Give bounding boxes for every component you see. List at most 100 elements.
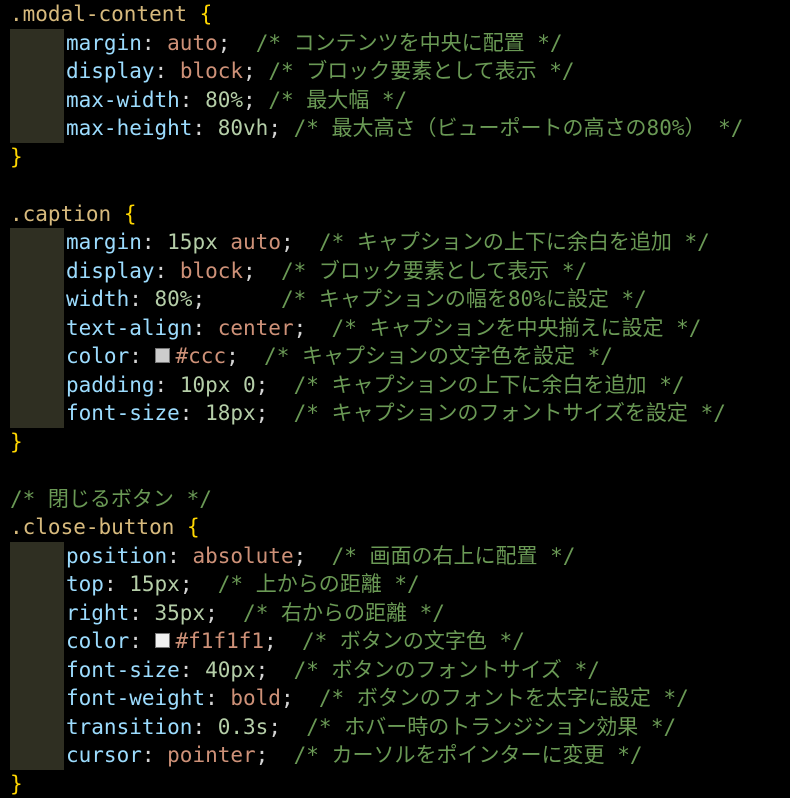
css-property: font-size [66,658,180,682]
code-line[interactable]: cursor: pointer; /* カーソルをポインターに変更 */ [0,741,790,770]
code-comment: /* キャプションのフォントサイズを設定 */ [294,401,726,425]
code-line[interactable]: .caption { [0,200,790,229]
code-line[interactable]: width: 80%; /* キャプションの幅を80%に設定 */ [0,285,790,314]
code-line[interactable]: } [0,143,790,172]
indent-guide [10,314,64,343]
css-property: text-align [66,316,192,340]
indent-guide [10,570,64,599]
semicolon: ; [180,572,193,596]
code-line[interactable]: /* 閉じるボタン */ [0,485,790,514]
indent-guide [10,342,64,371]
code-line[interactable]: right: 35px; /* 右からの距離 */ [0,599,790,628]
semicolon: ; [294,544,307,568]
code-line[interactable]: color: #ccc; /* キャプションの文字色を設定 */ [0,342,790,371]
open-brace: { [124,202,137,226]
indent-guide [10,599,64,628]
colon: : [167,544,192,568]
css-value: center [218,316,294,340]
css-value: 15px [129,572,180,596]
css-property: margin [66,230,142,254]
code-line[interactable]: font-weight: bold; /* ボタンのフォントを太字に設定 */ [0,684,790,713]
css-property: max-width [66,88,180,112]
code-comment: /* 画面の右上に配置 */ [332,544,576,568]
semicolon: ; [192,287,205,311]
css-property: padding [66,373,155,397]
code-comment: /* 右からの距離 */ [243,601,445,625]
css-value: auto [167,31,218,55]
code-line[interactable]: padding: 10px 0; /* キャプションの上下に余白を追加 */ [0,371,790,400]
colon: : [192,316,217,340]
indent-guide [10,57,64,86]
css-property: width [66,287,129,311]
colon: : [205,686,230,710]
colon: : [155,373,180,397]
css-value: 0.3s [218,715,269,739]
semicolon: ; [256,373,269,397]
code-line[interactable]: text-align: center; /* キャプションを中央揃えに設定 */ [0,314,790,343]
colon: : [129,287,154,311]
code-line[interactable]: transition: 0.3s; /* ホバー時のトランジション効果 */ [0,713,790,742]
code-line[interactable]: font-size: 40px; /* ボタンのフォントサイズ */ [0,656,790,685]
css-property: font-size [66,401,180,425]
code-line[interactable]: } [0,428,790,457]
code-line[interactable]: display: block; /* ブロック要素として表示 */ [0,57,790,86]
code-line[interactable]: font-size: 18px; /* キャプションのフォントサイズを設定 */ [0,399,790,428]
css-property: right [66,601,129,625]
css-value: pointer [167,743,256,767]
code-line[interactable] [0,171,790,200]
css-value: block [180,259,243,283]
css-value: 80% [205,88,243,112]
code-line[interactable]: .close-button { [0,513,790,542]
semicolon: ; [281,686,294,710]
colon: : [142,743,167,767]
code-line[interactable]: margin: auto; /* コンテンツを中央に配置 */ [0,29,790,58]
code-line[interactable] [0,456,790,485]
semicolon: ; [256,743,269,767]
close-brace: } [10,145,23,169]
code-line[interactable]: display: block; /* ブロック要素として表示 */ [0,257,790,286]
code-line[interactable]: max-width: 80%; /* 最大幅 */ [0,86,790,115]
css-property: display [66,59,155,83]
indent-guide [10,542,64,571]
css-value: 18px [205,401,256,425]
code-line[interactable]: color: #f1f1f1; /* ボタンの文字色 */ [0,627,790,656]
colon: : [142,31,167,55]
code-line[interactable]: top: 15px; /* 上からの距離 */ [0,570,790,599]
code-line[interactable]: } [0,770,790,798]
code-line[interactable]: max-height: 80vh; /* 最大高さ（ビューポートの高さの80%）… [0,114,790,143]
code-comment: /* ボタンのフォントを太字に設定 */ [319,686,689,710]
code-comment: /* 上からの距離 */ [218,572,420,596]
colon: : [155,59,180,83]
code-comment: /* キャプションを中央揃えに設定 */ [332,316,702,340]
indent-guide [10,741,64,770]
code-comment: /* キャプションの幅を80%に設定 */ [281,287,647,311]
code-line[interactable]: .modal-content { [0,0,790,29]
color-swatch-icon[interactable] [155,633,170,648]
colon: : [155,259,180,283]
indent-guide [10,257,64,286]
semicolon: ; [281,230,294,254]
code-comment: /* コンテンツを中央に配置 */ [256,31,563,55]
css-property: max-height [66,116,192,140]
colon: : [129,344,154,368]
colon: : [129,601,154,625]
code-line[interactable]: margin: 15px auto; /* キャプションの上下に余白を追加 */ [0,228,790,257]
css-value: 10px 0 [180,373,256,397]
indent-guide [10,285,64,314]
code-comment: /* キャプションの上下に余白を追加 */ [294,373,685,397]
indent-guide [10,29,64,58]
color-swatch-icon[interactable] [155,348,170,363]
colon: : [192,715,217,739]
css-value: bold [230,686,281,710]
colon: : [142,230,167,254]
semicolon: ; [226,344,239,368]
code-editor[interactable]: .modal-content {margin: auto; /* コンテンツを中… [0,0,790,797]
css-value-number: 15px [167,230,218,254]
code-comment: /* ブロック要素として表示 */ [281,259,587,283]
css-property: display [66,259,155,283]
css-selector: .caption [10,202,111,226]
css-property: cursor [66,743,142,767]
semicolon: ; [243,259,256,283]
code-line[interactable]: position: absolute; /* 画面の右上に配置 */ [0,542,790,571]
indent-guide [10,114,64,143]
